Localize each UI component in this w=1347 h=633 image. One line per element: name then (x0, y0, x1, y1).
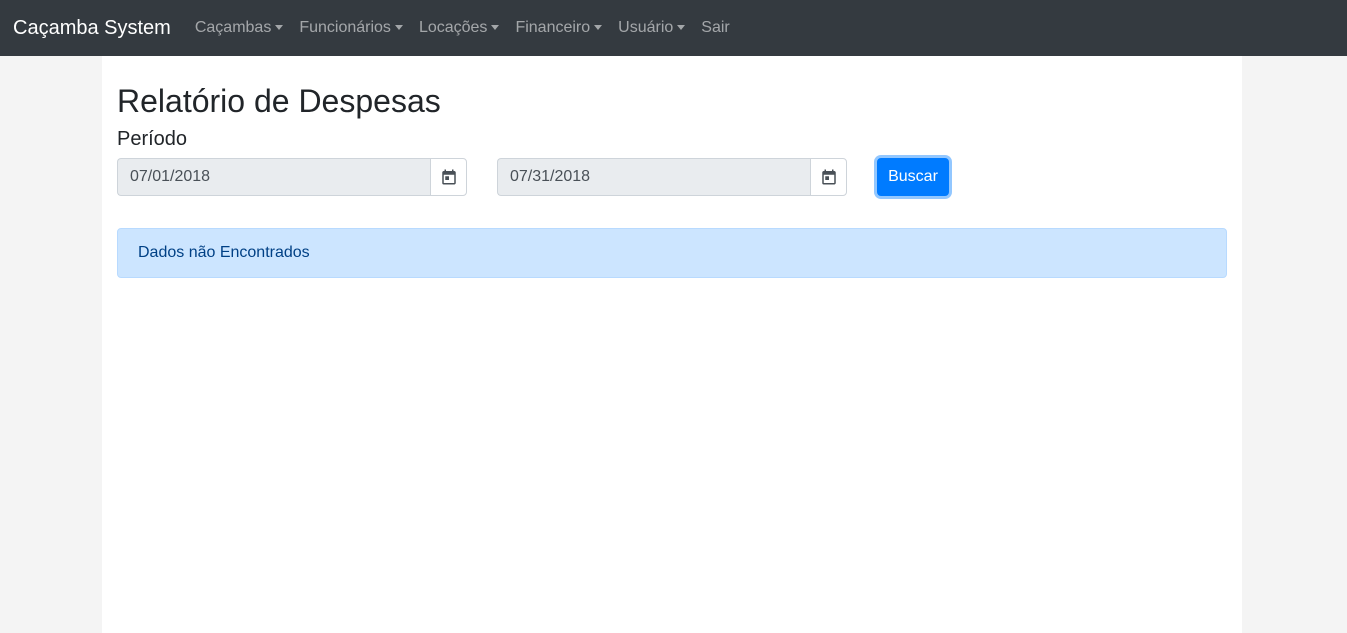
start-date-group: 07/01/2018 (117, 158, 467, 196)
search-button[interactable]: Buscar (877, 158, 949, 196)
nav-menu: Caçambas Funcionários Locações Financeir… (187, 19, 738, 37)
nav-item-usuario[interactable]: Usuário (610, 19, 693, 37)
calendar-icon (821, 169, 836, 185)
nav-item-label: Locações (418, 19, 488, 36)
nav-item-label: Usuário (618, 19, 674, 36)
navbar-brand[interactable]: Caçamba System (13, 17, 171, 40)
nav-item-cacambas[interactable]: Caçambas (187, 19, 291, 37)
nav-item-sair[interactable]: Sair (693, 19, 737, 37)
nav-item-financeiro[interactable]: Financeiro (507, 19, 610, 37)
nav-item-label: Sair (701, 19, 730, 36)
period-label: Período (117, 128, 188, 150)
nav-item-label: Funcionários (299, 19, 391, 36)
alert-message: Dados não Encontrados (138, 244, 310, 261)
end-date-group: 07/31/2018 (497, 158, 847, 196)
calendar-icon (441, 169, 456, 185)
caret-down-icon (677, 24, 686, 30)
start-date-calendar-button[interactable] (430, 158, 467, 196)
end-date-calendar-button[interactable] (810, 158, 847, 196)
nav-item-locacoes[interactable]: Locações (411, 19, 508, 37)
nav-item-funcionarios[interactable]: Funcionários (291, 19, 411, 37)
start-date-input[interactable]: 07/01/2018 (117, 158, 430, 196)
top-navbar: Caçamba System Caçambas Funcionários Loc… (0, 0, 1347, 56)
caret-down-icon (394, 24, 403, 30)
nav-item-label: Caçambas (194, 19, 272, 36)
caret-down-icon (594, 24, 603, 30)
page-title: Relatório de Despesas (117, 83, 441, 119)
caret-down-icon (275, 24, 284, 30)
nav-item-label: Financeiro (515, 19, 591, 36)
main-content: Relatório de Despesas Período 07/01/2018… (102, 56, 1242, 633)
caret-down-icon (491, 24, 500, 30)
no-data-alert: Dados não Encontrados (117, 228, 1227, 278)
end-date-input[interactable]: 07/31/2018 (497, 158, 810, 196)
